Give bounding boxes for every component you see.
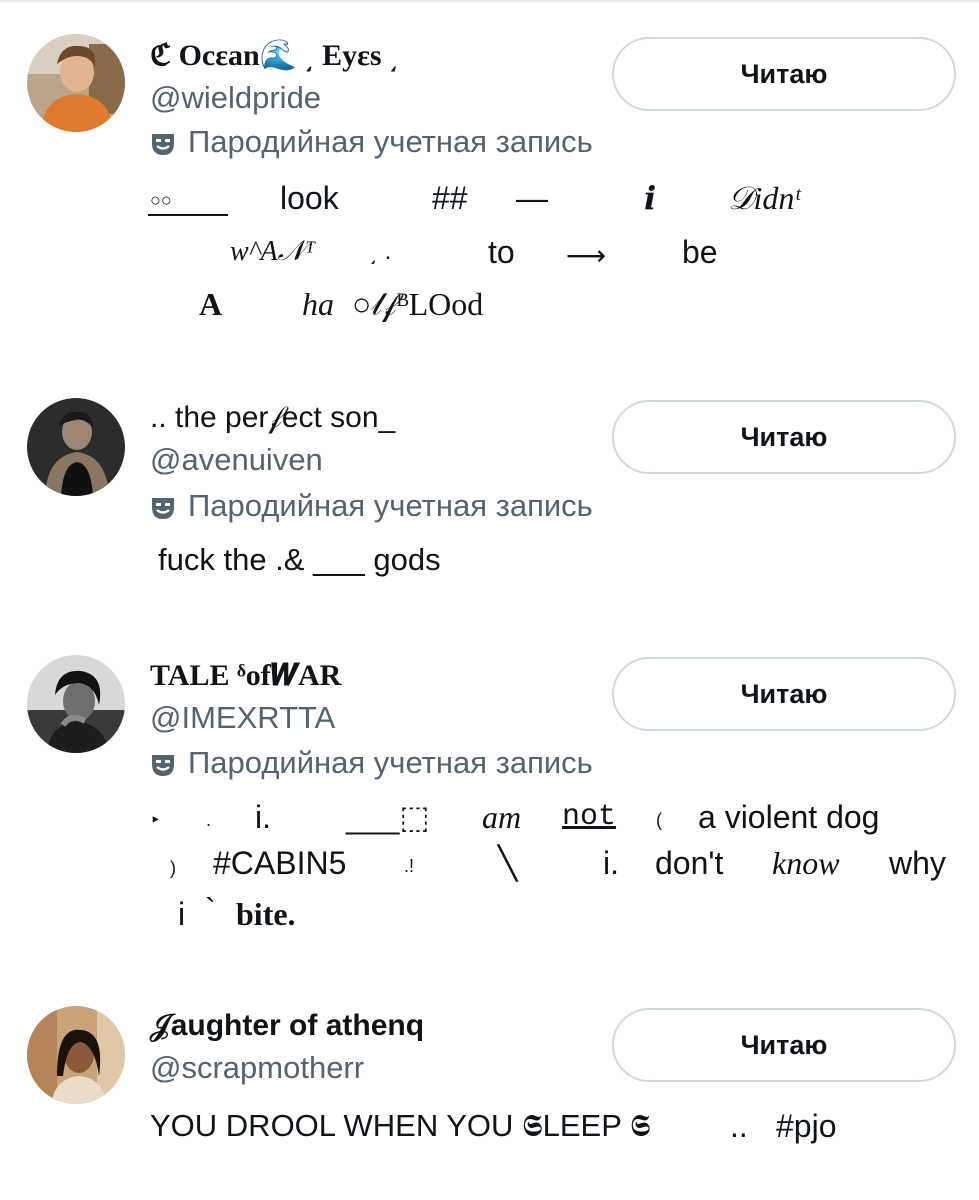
parody-label: Пародийная учетная запись xyxy=(150,743,593,794)
theater-mask-icon xyxy=(150,131,176,173)
theater-mask-icon xyxy=(150,752,176,794)
bio-token: why xyxy=(889,845,946,881)
display-name[interactable]: ℭ Ocεan🌊 ͵ Eyεs ͵ xyxy=(150,36,399,76)
bio-token: ___⬚ xyxy=(346,799,430,835)
bio-token: i. xyxy=(603,845,619,881)
bio-token: not xyxy=(562,800,617,834)
bio-token: ha xyxy=(302,286,334,322)
follow-button[interactable]: Читаю xyxy=(612,400,956,474)
parody-text: Пародийная учетная запись xyxy=(188,488,593,523)
bio-token: know xyxy=(772,845,840,881)
avatar[interactable] xyxy=(27,398,125,496)
bio-token: don't xyxy=(655,845,724,881)
bio-token: ͵ . xyxy=(370,238,392,265)
bio-token: ` xyxy=(205,892,216,928)
avatar[interactable] xyxy=(27,34,125,132)
bio-token: fuck the .& ___ gods xyxy=(158,542,441,577)
username[interactable]: @avenuiven xyxy=(150,440,323,480)
bio-token: YOU DROOL WHEN YOU 𝕾LEEP 𝕾 xyxy=(150,1108,651,1143)
bio-token: A xyxy=(199,286,223,322)
bio-token: 𝒊 xyxy=(644,180,657,216)
display-name[interactable]: 𝒥aughter of athenq xyxy=(150,1006,424,1046)
bio-token: i. xyxy=(255,799,271,835)
avatar[interactable] xyxy=(27,1006,125,1104)
bio-token: ‣ xyxy=(150,810,161,830)
username[interactable]: @wieldpride xyxy=(150,78,321,118)
theater-mask-icon xyxy=(150,495,176,537)
bio-token: . xyxy=(206,810,212,830)
bio-token: be xyxy=(682,234,718,270)
bio-token: am xyxy=(482,799,522,835)
bio-token: bite. xyxy=(236,896,296,932)
bio-underline xyxy=(148,214,228,216)
bio-token: ⟶ xyxy=(566,240,607,271)
display-name[interactable]: .. the per𝒻ect son_ xyxy=(150,398,395,438)
parody-label: Пародийная учетная запись xyxy=(150,122,593,173)
avatar[interactable] xyxy=(27,655,125,753)
bio-token: a violent dog xyxy=(698,799,880,835)
follow-button[interactable]: Читаю xyxy=(612,37,956,111)
bio-token: #pjo xyxy=(776,1108,837,1144)
bio-token: — xyxy=(516,180,548,216)
bio-token: .. xyxy=(730,1108,748,1144)
bio-token: #CABIN5 xyxy=(213,845,347,881)
bio-token: .! xyxy=(404,856,415,876)
bio-token: ## xyxy=(432,180,468,216)
username[interactable]: @scrapmotherr xyxy=(150,1048,364,1088)
bio-token: ○𝓁𝒻ᴮLOod xyxy=(352,286,484,322)
follow-button[interactable]: Читаю xyxy=(612,657,956,731)
bio-token: i xyxy=(178,896,186,932)
parody-label: Пародийная учетная запись xyxy=(150,486,593,537)
bio-token: look xyxy=(280,180,339,216)
bio-token: ) xyxy=(170,858,176,878)
username[interactable]: @IMEXRTTA xyxy=(150,698,335,738)
bio-token: ╲ xyxy=(498,845,518,881)
bio-token: to xyxy=(488,234,515,270)
parody-text: Пародийная учетная запись xyxy=(188,745,593,780)
parody-text: Пародийная учетная запись xyxy=(188,124,593,159)
bio-token: ( xyxy=(656,810,662,830)
bio-token: w^A𝒩ᵀ xyxy=(230,236,316,267)
bio-token: 𝒟idnᵗ xyxy=(728,180,800,216)
follow-button[interactable]: Читаю xyxy=(612,1008,956,1082)
bio: YOU DROOL WHEN YOU 𝕾LEEP 𝕾 .. #pjo xyxy=(0,0,979,1144)
display-name[interactable]: TALE ᵟof𝑾AR xyxy=(150,656,341,696)
